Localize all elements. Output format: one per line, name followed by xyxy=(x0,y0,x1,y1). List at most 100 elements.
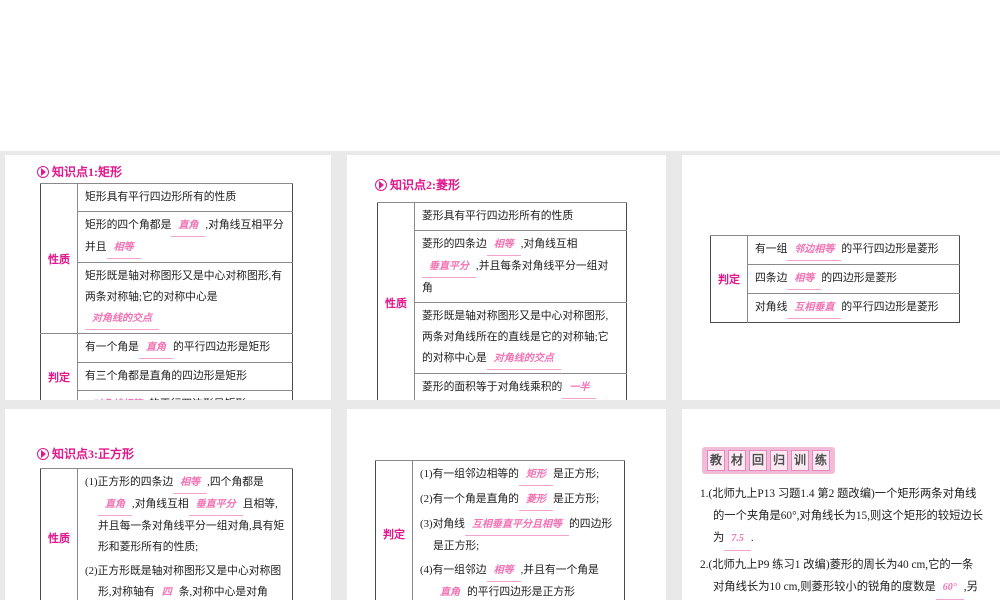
text-run: 的平行四边形是矩形 xyxy=(172,341,271,353)
badge-char: 材 xyxy=(728,450,746,471)
text-run: 的四边形是菱形 xyxy=(821,272,897,284)
play-icon xyxy=(375,178,387,191)
answer-blank: 直角 xyxy=(98,494,132,516)
table-row: 四条边 相等 的四边形是菱形 xyxy=(711,264,960,294)
text-run: (2)有一个角是直角的 xyxy=(420,493,519,505)
row-group-label: 判定 xyxy=(710,235,748,323)
table-cell: (2)有一个角是直角的 菱形 是正方形; xyxy=(412,489,625,514)
table-cell: 矩形的四个角都是 直角 ,对角线互相平分并且 相等 xyxy=(77,211,293,263)
table-cell: 菱形既是轴对称图形又是中心对称图形,两条对角线所在的直线是它的对称轴;它的对称中… xyxy=(414,302,627,374)
answer-blank: 互相垂直 xyxy=(787,297,842,319)
text-run: 对角线 xyxy=(755,301,788,313)
row-group-label: 性质 xyxy=(40,183,78,334)
text-run: 的平行四边形是正方形 xyxy=(467,586,575,598)
text-run: 菱形的面积等于对角线乘积的 xyxy=(422,381,563,393)
text-run: (1)正方形的四条边 xyxy=(85,476,174,488)
kp2-title: 知识点2:菱形 xyxy=(390,178,460,192)
kp3-title: 知识点3:正方形 xyxy=(52,447,134,461)
text-run: (1)有一组邻边相等的 xyxy=(420,468,519,480)
text-run: 有三个角都是直角的四边形是矩形 xyxy=(85,370,247,382)
training-item: 2.(北师九上P9 练习1 改编)菱形的周长为40 cm,它的一条对角线长为10… xyxy=(700,554,984,600)
table-row: 性质 矩形具有平行四边形所有的性质 xyxy=(40,183,293,334)
text-run: (3)对角线 xyxy=(420,518,465,530)
table-row: (3)对角线 互相垂直平分且相等 的四边形是正方形; xyxy=(376,514,625,560)
answer-blank: 矩形 xyxy=(518,464,553,486)
badge-char: 练 xyxy=(812,450,830,471)
play-icon xyxy=(37,447,49,460)
table-row: 菱形的面积等于对角线乘积的 一半 xyxy=(378,373,627,400)
play-icon xyxy=(37,165,49,178)
table-cell: 矩形既是轴对称图形又是中心对称图形,有两条对称轴;它的对称中心是对角线的交点 xyxy=(77,262,293,334)
text-run: 有一组 xyxy=(755,243,788,255)
answer-blank: 互相垂直平分且相等 xyxy=(464,514,569,536)
table-row: 性质 (1)正方形的四条边 相等 ,四个角都是直角 ,对角线互相 垂直平分 且相等,并且每一… xyxy=(40,468,293,600)
table-row: 矩形的四个角都是 直角 ,对角线互相平分并且 相等 xyxy=(41,211,293,263)
text-run: 菱形的四条边 xyxy=(422,238,487,250)
text-run: 2.(北师九上P9 练习1 改编)菱形的周长为40 cm,它的一条对角线长为10… xyxy=(700,559,974,593)
answer-blank: 直角 xyxy=(171,215,206,237)
answer-blank: 直角 xyxy=(433,582,467,600)
training-title-badge: 教材回归训练 xyxy=(702,447,835,474)
answer-blank: 四 xyxy=(155,582,179,600)
text-run: 是正方形; xyxy=(552,468,600,480)
panel-knowledge-point-1-rectangle: 知识点1:矩形 性质 矩形具有平行四边形所有的性质 矩形的四个角都是 直角 ,对角线互相… xyxy=(5,155,331,400)
table-row: 对角线相等的平行四边形是矩形 xyxy=(41,390,293,400)
text-run: ,并且有一个角是 xyxy=(520,564,599,576)
table-row: 性质 菱形具有平行四边形所有的性质 xyxy=(377,202,627,400)
text-run: 菱形具有平行四边形所有的性质 xyxy=(422,210,574,222)
text-run: 矩形的四个角都是 xyxy=(85,219,172,231)
text-run: 矩形既是轴对称图形又是中心对称图形,有两条对称轴;它的对称中心是 xyxy=(85,270,283,303)
answer-blank: 7.5 xyxy=(724,528,751,551)
kp2-header: 知识点2:菱形 xyxy=(375,176,460,193)
text-run: 矩形具有平行四边形所有的性质 xyxy=(85,191,237,203)
panel-knowledge-point-2-rhombus: 知识点2:菱形 性质 菱形具有平行四边形所有的性质 菱形的四条边 相等 ,对角线互相垂直… xyxy=(347,155,666,400)
kp1-table: 性质 矩形具有平行四边形所有的性质 矩形的四个角都是 直角 ,对角线互相平分并且 相等 矩形… xyxy=(40,183,293,400)
square-judgement-table: 判定 (1)有一组邻边相等的 矩形 是正方形; (2)有一个角是直角的 菱形 是正方形; (3… xyxy=(375,460,625,600)
answer-blank: 对角线的交点 xyxy=(85,308,159,330)
panel-square-judgement: 判定 (1)有一组邻边相等的 矩形 是正方形; (2)有一个角是直角的 菱形 是正方形; (3… xyxy=(347,409,666,600)
table-cell: (1)有一组邻边相等的 矩形 是正方形; xyxy=(412,460,625,489)
rhombus-judgement-table: 判定 有一组 邻边相等 的平行四边形是菱形 四条边 相等 的四边形是菱形 对角线 互相垂直 的平行… xyxy=(710,235,960,323)
table-row: 菱形的四条边 相等 ,对角线互相垂直平分 ,并且每条对角线平分一组对角 xyxy=(378,230,627,303)
table-row: 矩形既是轴对称图形又是中心对称图形,有两条对称轴;它的对称中心是对角线的交点 xyxy=(41,262,293,334)
answer-blank: 菱形 xyxy=(518,489,553,511)
panel-rhombus-judgement: 判定 有一组 邻边相等 的平行四边形是菱形 四条边 相等 的四边形是菱形 对角线 互相垂直 的平行… xyxy=(682,155,1000,400)
text-run: 有一个角是 xyxy=(85,341,139,353)
table-cell: 菱形具有平行四边形所有的性质 xyxy=(414,202,627,231)
row-group-label: 判定 xyxy=(375,460,413,600)
text-run: ,四个角都是 xyxy=(207,476,264,488)
text-run: 的平行四边形是菱形 xyxy=(841,243,939,255)
table-cell: (4)有一组邻边 相等 ,并且有一个角是直角 的平行四边形是正方形 xyxy=(412,560,625,600)
table-cell: 有一组 邻边相等 的平行四边形是菱形 xyxy=(747,235,960,265)
text-run: (4)有一组邻边 xyxy=(420,564,487,576)
table-row: 判定 有一组 邻边相等 的平行四边形是菱形 xyxy=(710,235,960,323)
answer-blank: 相等 xyxy=(173,472,208,494)
table-cell: 四条边 相等 的四边形是菱形 xyxy=(747,264,960,294)
table-cell: 矩形具有平行四边形所有的性质 xyxy=(77,183,293,212)
row-group-label: 性质 xyxy=(40,468,78,600)
table-row: 有三个角都是直角的四边形是矩形 xyxy=(41,362,293,391)
kp2-properties-table: 性质 菱形具有平行四边形所有的性质 菱形的四条边 相等 ,对角线互相垂直平分 ,并且每条对… xyxy=(377,202,627,400)
answer-blank: 直角 xyxy=(138,337,173,359)
answer-blank: 对角线的交点 xyxy=(486,348,561,370)
answer-blank: 对角线相等 xyxy=(85,394,149,400)
answer-blank: 相等 xyxy=(106,237,141,259)
answer-blank: 邻边相等 xyxy=(787,239,842,261)
table-row: (2)有一个角是直角的 菱形 是正方形; xyxy=(376,489,625,514)
answer-blank: 相等 xyxy=(486,560,521,582)
panel-textbook-training: 教材回归训练 1.(北师九上P13 习题1.4 第2 题改编)一个矩形两条对角线… xyxy=(682,409,1000,600)
row-group-label: 性质 xyxy=(377,202,415,400)
table-cell: (3)对角线 互相垂直平分且相等 的四边形是正方形; xyxy=(412,514,625,560)
text-run: 条,对称中心是对角 xyxy=(178,586,268,598)
answer-blank: 相等 xyxy=(486,234,521,256)
answer-blank: 垂直平分 xyxy=(422,256,476,278)
badge-char: 归 xyxy=(770,450,788,471)
table-row: 菱形既是轴对称图形又是中心对称图形,两条对角线所在的直线是它的对称轴;它的对称中… xyxy=(378,302,627,374)
kp1-title: 知识点1:矩形 xyxy=(52,165,122,179)
answer-blank: 相等 xyxy=(787,268,822,290)
table-cell: (1)正方形的四条边 相等 ,四个角都是直角 ,对角线互相 垂直平分 且相等,并且每一条对… xyxy=(77,468,293,561)
table-cell: 对角线 互相垂直 的平行四边形是菱形 xyxy=(747,293,960,323)
square-properties-table: 性质 (1)正方形的四条边 相等 ,四个角都是直角 ,对角线互相 垂直平分 且相等,并且每一… xyxy=(40,468,293,600)
text-run: 四条边 xyxy=(755,272,788,284)
text-run: 的平行四边形是矩形 xyxy=(149,398,246,400)
